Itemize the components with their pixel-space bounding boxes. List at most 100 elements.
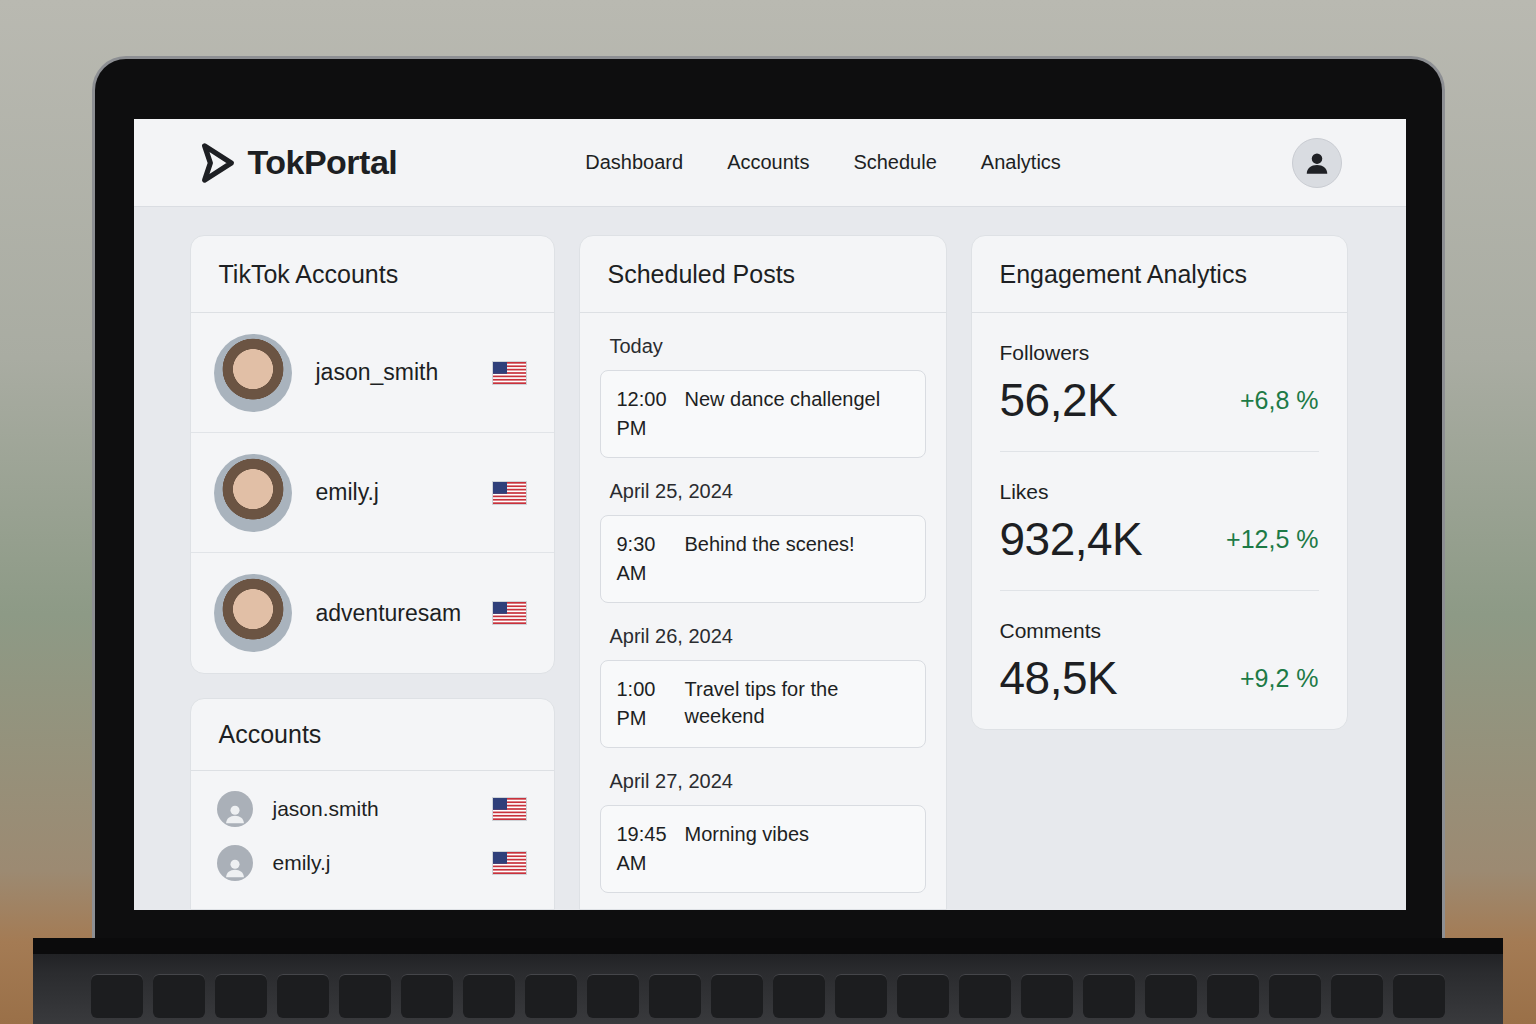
stat-change: +9,2 % <box>1240 664 1319 693</box>
date-group: April 26, 2024 1:00 PM Travel tips for t… <box>600 603 926 748</box>
keyboard-key <box>277 974 329 1018</box>
account-name: adventuresam <box>316 600 493 627</box>
engagement-analytics-card: Engagement Analytics Followers 56,2K +6,… <box>971 235 1348 730</box>
post-time: 19:45 AM <box>617 820 685 878</box>
account-name: jason.smith <box>273 797 493 821</box>
keyboard-key <box>1021 974 1073 1018</box>
keyboard-key <box>835 974 887 1018</box>
meridiem: AM <box>617 559 685 588</box>
date-group: April 25, 2024 9:30 AM Behind the scenes… <box>600 458 926 603</box>
us-flag-icon <box>493 362 526 384</box>
card-header: TikTok Accounts <box>191 236 554 313</box>
card-header: Engagement Analytics <box>972 236 1347 313</box>
meridiem: AM <box>617 849 685 878</box>
keyboard-key <box>339 974 391 1018</box>
keyboard-key <box>959 974 1011 1018</box>
keyboard-deck <box>33 938 1503 1024</box>
keyboard-key <box>1393 974 1445 1018</box>
account-row[interactable]: jason_smith <box>191 313 554 433</box>
card-title: Scheduled Posts <box>608 260 796 289</box>
account-row[interactable]: emily.j <box>191 433 554 553</box>
card-header: Accounts <box>191 699 554 771</box>
main-nav: Dashboard Accounts Schedule Analytics <box>585 151 1061 174</box>
keyboard-key <box>1145 974 1197 1018</box>
logo-text: TokPortal <box>248 143 398 182</box>
screen: TokPortal Dashboard Accounts Schedule Analy… <box>134 119 1406 910</box>
avatar-photo <box>214 574 292 652</box>
keyboard-key <box>711 974 763 1018</box>
nav-item[interactable]: Analytics <box>981 151 1061 174</box>
account-row[interactable]: emily.j <box>217 845 526 881</box>
date-label: April 26, 2024 <box>600 603 926 660</box>
us-flag-icon <box>493 482 526 504</box>
keyboard-key <box>1269 974 1321 1018</box>
date-label: Today <box>600 313 926 370</box>
time: 9:30 <box>617 530 685 559</box>
account-name: emily.j <box>273 851 493 875</box>
logo[interactable]: TokPortal <box>198 142 398 184</box>
card-title: Accounts <box>219 720 322 749</box>
scheduled-post[interactable]: 9:30 AM Behind the scenes! <box>600 515 926 603</box>
user-icon <box>222 801 248 827</box>
account-name: jason_smith <box>316 359 493 386</box>
keyboard-key <box>773 974 825 1018</box>
stat-label: Followers <box>1000 341 1319 365</box>
date-label: April 27, 2024 <box>600 748 926 805</box>
us-flag-icon <box>493 602 526 624</box>
analytics-column: Engagement Analytics Followers 56,2K +6,… <box>971 235 1348 910</box>
account-row[interactable]: adventuresam <box>191 553 554 673</box>
keyboard-key <box>1083 974 1135 1018</box>
nav-item[interactable]: Dashboard <box>585 151 683 174</box>
keyboard-key <box>463 974 515 1018</box>
accounts-column: TikTok Accounts jason_smith emily.j adve… <box>190 235 555 910</box>
avatar-photo <box>214 334 292 412</box>
card-title: TikTok Accounts <box>219 260 399 289</box>
avatar-photo <box>214 454 292 532</box>
keyboard-key <box>153 974 205 1018</box>
keyboard-key <box>897 974 949 1018</box>
stat: Comments 48,5K +9,2 % <box>1000 591 1319 729</box>
scheduled-post[interactable]: 1:00 PM Travel tips for the weekend <box>600 660 926 748</box>
account-row[interactable]: jason.smith <box>217 791 526 827</box>
stat-label: Likes <box>1000 480 1319 504</box>
keyboard-key <box>91 974 143 1018</box>
scheduled-post[interactable]: 12:00 PM New dance challengel <box>600 370 926 458</box>
nav-item[interactable]: Schedule <box>853 151 936 174</box>
post-time: 12:00 PM <box>617 385 685 443</box>
card-title: Engagement Analytics <box>1000 260 1247 289</box>
scene: TokPortal Dashboard Accounts Schedule Analy… <box>0 0 1536 1024</box>
post-title: Morning vibes <box>685 820 909 848</box>
keyboard-key <box>1331 974 1383 1018</box>
stat-value: 56,2K <box>1000 373 1118 427</box>
hinge <box>33 938 1503 954</box>
card-header: Scheduled Posts <box>580 236 946 313</box>
schedule-column: Scheduled Posts Today 12:00 PM New dance… <box>579 235 947 910</box>
keyboard-key <box>525 974 577 1018</box>
stat-change: +12,5 % <box>1226 525 1318 554</box>
account-name: emily.j <box>316 479 493 506</box>
keyboard-key <box>1207 974 1259 1018</box>
scheduled-post[interactable]: 19:45 AM Morning vibes <box>600 805 926 893</box>
dashboard: TikTok Accounts jason_smith emily.j adve… <box>134 207 1406 910</box>
scheduled-posts-card: Scheduled Posts Today 12:00 PM New dance… <box>579 235 947 910</box>
account-list: jason.smith emily.j <box>191 771 554 881</box>
user-avatar-button[interactable] <box>1292 138 1342 188</box>
avatar-placeholder <box>217 791 253 827</box>
date-group: April 27, 2024 19:45 AM Morning vibes <box>600 748 926 893</box>
post-title: New dance challengel <box>685 385 909 413</box>
screen-bezel: TokPortal Dashboard Accounts Schedule Analy… <box>92 56 1445 938</box>
stat-label: Comments <box>1000 619 1319 643</box>
user-icon <box>222 855 248 881</box>
stat: Likes 932,4K +12,5 % <box>1000 452 1319 591</box>
keyboard-key <box>587 974 639 1018</box>
keyboard-key <box>215 974 267 1018</box>
nav-item[interactable]: Accounts <box>727 151 809 174</box>
meridiem: PM <box>617 414 685 443</box>
user-icon <box>1302 148 1332 178</box>
stat-value: 48,5K <box>1000 651 1118 705</box>
accounts-card: Accounts jason.smith emily.j <box>190 698 555 910</box>
post-title: Travel tips for the weekend <box>685 675 909 730</box>
stat-change: +6,8 % <box>1240 386 1319 415</box>
keyboard-key <box>649 974 701 1018</box>
stat-line: 56,2K +6,8 % <box>1000 373 1319 427</box>
